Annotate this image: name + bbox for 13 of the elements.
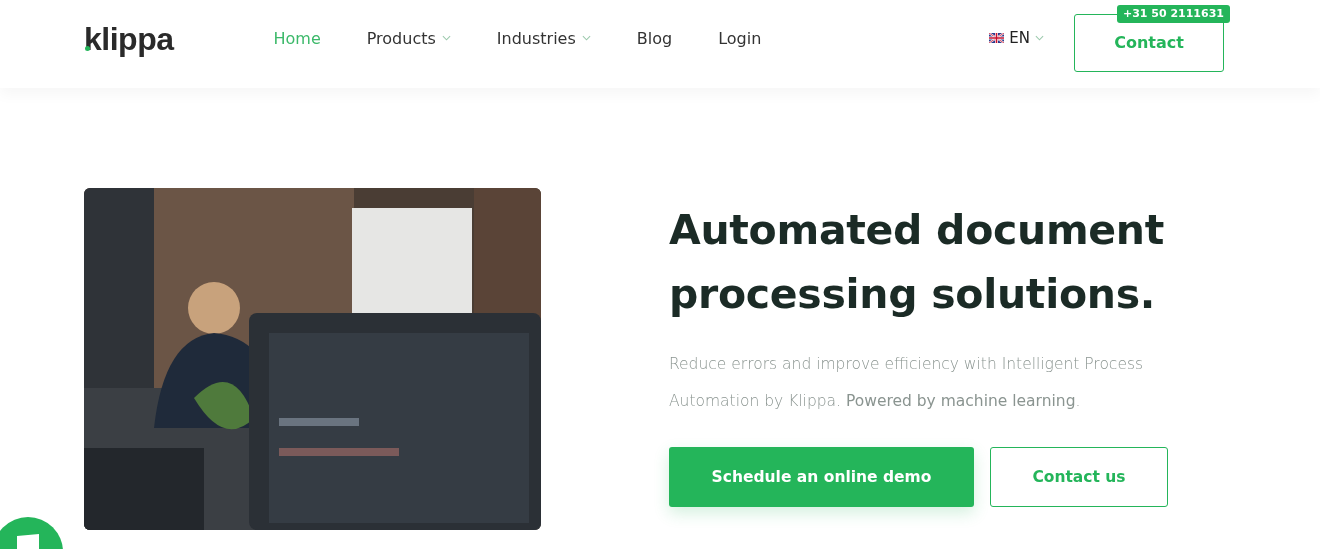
chevron-icon [1035, 35, 1044, 41]
flag-icon [989, 33, 1005, 43]
chat-icon [16, 534, 40, 549]
language-label: EN [1009, 29, 1030, 47]
klippa-logo[interactable]: klippa [84, 20, 174, 58]
nav-link[interactable]: Products [366, 28, 451, 48]
hero-text: Reduce errors and improve efficiency with Intelligent Process Automation by Klippa. Powered by machine learning. [669, 354, 1145, 412]
hero-heading: Automated document processing solutions. [669, 205, 1166, 320]
nav-link[interactable]: Login [718, 28, 762, 48]
phone-badge: +31 50 2111631 [1116, 5, 1230, 23]
nav-link[interactable]: Industries [496, 28, 591, 48]
nav-link[interactable]: Blog [636, 28, 673, 48]
language-selector[interactable]: EN [989, 29, 1044, 47]
